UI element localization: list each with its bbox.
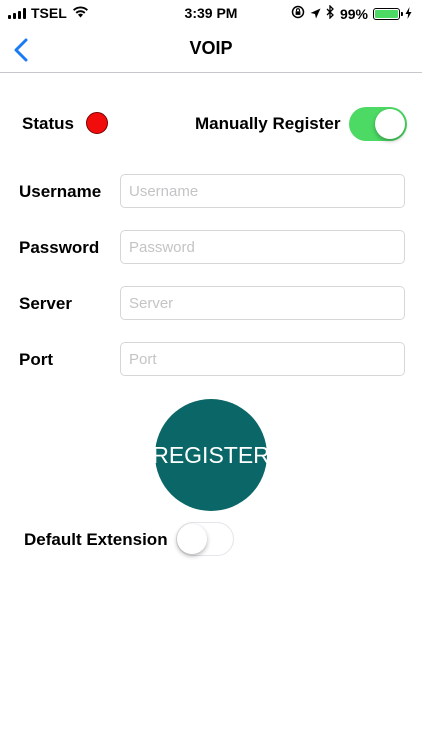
register-button[interactable]: REGISTER — [152, 399, 270, 511]
status-label: Status — [22, 114, 74, 133]
default-extension-toggle[interactable] — [176, 522, 234, 556]
port-field[interactable] — [120, 342, 405, 376]
battery-icon — [373, 7, 403, 20]
port-label: Port — [19, 350, 53, 369]
status-bar: TSEL 3:39 PM 99% — [0, 0, 422, 28]
status-indicator — [86, 112, 108, 134]
battery-percent: 99% — [339, 5, 368, 22]
password-label: Password — [19, 238, 100, 257]
password-field[interactable] — [120, 230, 405, 264]
toggle-knob — [375, 109, 405, 139]
username-field[interactable] — [120, 174, 405, 208]
navigation-bar: VOIP — [0, 28, 422, 73]
default-extension-label: Default Extension — [24, 530, 168, 549]
screen-lock-icon — [291, 5, 305, 22]
manual-register-toggle[interactable] — [349, 107, 407, 141]
manual-register-label: Manually Register — [195, 114, 341, 133]
page-title: VOIP — [189, 38, 233, 58]
status-bar-right: 99% — [291, 4, 412, 22]
location-icon — [310, 6, 321, 22]
server-field[interactable] — [120, 286, 405, 320]
toggle-knob — [177, 523, 207, 554]
server-label: Server — [19, 294, 72, 313]
bluetooth-icon — [326, 4, 335, 22]
username-label: Username — [19, 182, 102, 201]
charging-icon — [405, 6, 412, 22]
